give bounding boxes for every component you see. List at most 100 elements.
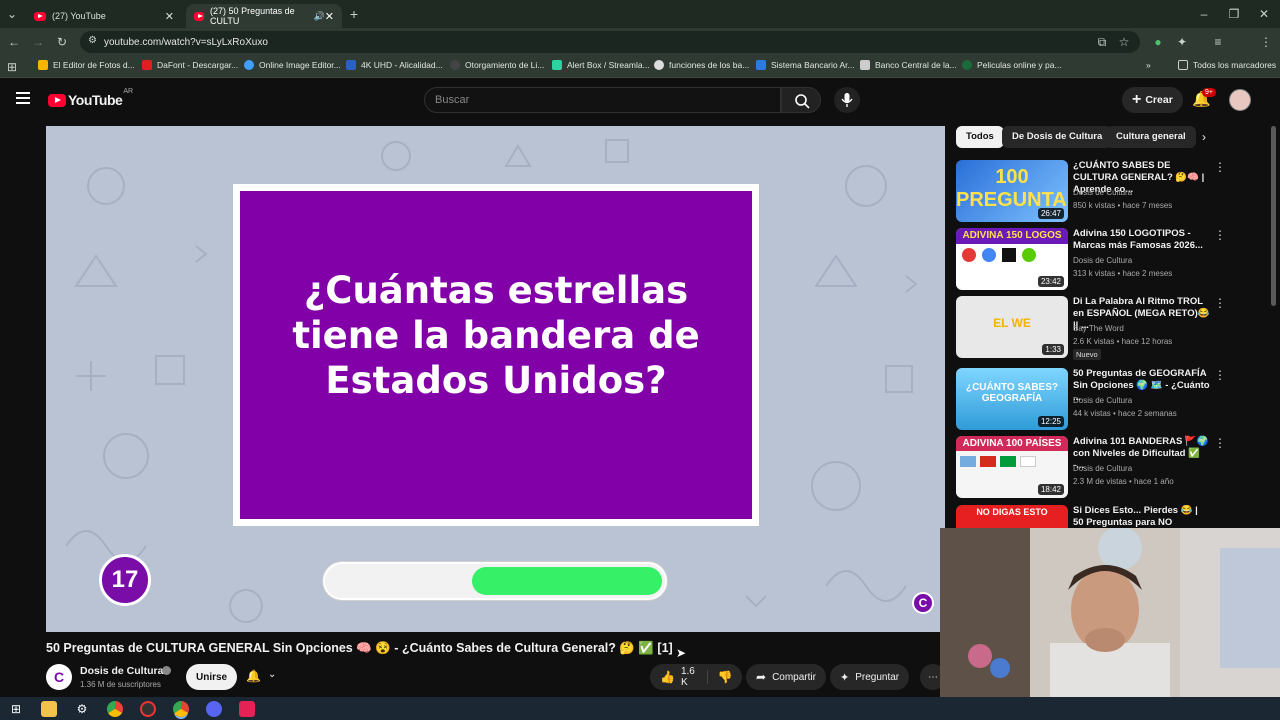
video-title[interactable]: Adivina 150 LOGOTIPOS - Marcas más Famos…	[1073, 228, 1211, 252]
close-tab-icon[interactable]: ✕	[165, 10, 174, 23]
video-title[interactable]: Si Dices Esto... Pierdes 😂 | 50 Pregunta…	[1073, 505, 1211, 529]
tab-search-icon[interactable]: ⌄	[4, 6, 20, 22]
create-button[interactable]: + Crear	[1122, 87, 1183, 113]
search-button[interactable]	[781, 87, 821, 113]
like-icon[interactable]: 👍	[660, 670, 675, 684]
channel-name[interactable]: Dosis de Cultura	[1073, 464, 1132, 473]
webcam-feed-image	[940, 528, 1280, 698]
recommended-video[interactable]: 100 PREGUNTAS 26:47 ¿CUÁNTO SABES DE CUL…	[956, 160, 1226, 224]
recommended-video[interactable]: NO DIGAS ESTO Si Dices Esto... Pierdes 😂…	[956, 505, 1226, 529]
recommended-video[interactable]: EL WE 1:33 Di La Palabra Al Ritmo TROL e…	[956, 296, 1226, 364]
notification-badge: 9+	[1202, 88, 1216, 97]
subscription-bell-icon[interactable]: 🔔	[246, 669, 261, 683]
bookmark-item[interactable]: Peliculas online y pa...	[962, 60, 1062, 70]
recommended-video[interactable]: ADIVINA 150 LOGOS 23:42 Adivina 150 LOGO…	[956, 228, 1226, 292]
question-number-badge: 17	[99, 554, 151, 606]
account-avatar[interactable]	[1229, 89, 1251, 111]
chip-todos[interactable]: Todos	[956, 126, 1004, 148]
video-player[interactable]: ¿Cuántas estrellas tiene la bandera de E…	[46, 126, 945, 632]
bookmark-star-icon[interactable]: ☆	[1116, 34, 1132, 50]
bookmark-item[interactable]: Alert Box / Streamla...	[552, 60, 650, 70]
extensions-puzzle-icon[interactable]: ✦	[1174, 34, 1190, 50]
hamburger-menu-icon[interactable]	[16, 92, 30, 104]
thumbnail-text: 100 PREGUNTAS	[956, 166, 1068, 211]
chip-de-dosis-de-cultura[interactable]: De Dosis de Cultura	[1002, 126, 1113, 148]
more-options-icon[interactable]: ⋮	[1214, 160, 1226, 174]
bookmark-item[interactable]: El Editor de Fotos d...	[38, 60, 135, 70]
forward-icon[interactable]: →	[30, 34, 46, 50]
maximize-icon[interactable]: ❐	[1226, 6, 1242, 22]
browser-toolbar: ← → ↻ ⚙ youtube.com/watch?v=sLyLxRoXuxo …	[0, 28, 1280, 76]
video-thumbnail[interactable]: ¿CUÁNTO SABES? GEOGRAFÍA 12:25	[956, 368, 1068, 430]
bookmark-item[interactable]: DaFont - Descargar...	[142, 60, 238, 70]
site-info-icon[interactable]: ⚙	[88, 35, 97, 46]
subscriber-count: 1.36 M de suscriptores	[80, 680, 161, 689]
minimize-icon[interactable]: –	[1196, 6, 1212, 22]
apps-grid-icon[interactable]: ⊞	[4, 59, 20, 75]
recommended-video[interactable]: ADIVINA 100 PAÍSES 18:42 Adivina 101 BAN…	[956, 436, 1226, 500]
video-thumbnail[interactable]: 100 PREGUNTAS 26:47	[956, 160, 1068, 222]
tab-current-video[interactable]: (27) 50 Preguntas de CULTU 🔊 ✕	[186, 4, 342, 28]
audio-playing-icon[interactable]: 🔊	[314, 11, 325, 22]
more-options-icon[interactable]: ⋮	[1214, 436, 1226, 450]
bookmark-item[interactable]: Online Image Editor...	[244, 60, 341, 70]
channel-name[interactable]: Dosis de Cultura	[1073, 256, 1132, 265]
browser-menu-icon[interactable]: ⋮	[1258, 34, 1274, 50]
search-input[interactable]: Buscar	[424, 87, 781, 113]
chip-cultura-general[interactable]: Cultura general	[1106, 126, 1196, 148]
chevron-down-icon[interactable]: ⌄	[268, 669, 276, 680]
video-thumbnail[interactable]: ADIVINA 100 PAÍSES 18:42	[956, 436, 1068, 498]
extension-icon[interactable]: ●	[1150, 34, 1166, 50]
video-thumbnail[interactable]: NO DIGAS ESTO	[956, 505, 1068, 529]
install-app-icon[interactable]: ⧉	[1094, 34, 1110, 50]
app-icon[interactable]	[239, 701, 255, 717]
new-tab-icon[interactable]: +	[346, 6, 362, 22]
close-window-icon[interactable]: ✕	[1256, 6, 1272, 22]
voice-search-button[interactable]	[834, 87, 860, 113]
url-text: youtube.com/watch?v=sLyLxRoXuxo	[104, 36, 268, 48]
chrome-active-icon[interactable]	[173, 701, 189, 717]
youtube-logo[interactable]: YouTube AR	[48, 88, 133, 108]
bookmark-item[interactable]: 4K UHD - Alicalidad...	[346, 60, 443, 70]
bookmark-item[interactable]: funciones de los ba...	[654, 60, 749, 70]
obs-icon[interactable]	[140, 701, 156, 717]
settings-gear-icon[interactable]: ⚙	[74, 701, 90, 717]
channel-name[interactable]: Dosis de Cultura	[1073, 396, 1132, 405]
reload-icon[interactable]: ↻	[54, 34, 70, 50]
more-options-icon[interactable]: ⋮	[1214, 368, 1226, 382]
all-bookmarks-folder[interactable]: Todos los marcadores	[1178, 60, 1276, 70]
channel-name[interactable]: Dosis de Cultura	[80, 665, 163, 677]
recommended-video[interactable]: ¿CUÁNTO SABES? GEOGRAFÍA 12:25 50 Pregun…	[956, 368, 1226, 432]
channel-avatar[interactable]: C	[46, 664, 72, 690]
channel-watermark-icon[interactable]: C	[912, 592, 934, 614]
close-tab-icon[interactable]: ✕	[325, 10, 334, 23]
video-thumbnail[interactable]: ADIVINA 150 LOGOS 23:42	[956, 228, 1068, 290]
ask-button[interactable]: ✦ Preguntar	[830, 664, 910, 690]
address-bar[interactable]: ⚙ youtube.com/watch?v=sLyLxRoXuxo	[80, 31, 1140, 53]
dislike-icon[interactable]: 👎	[706, 670, 733, 684]
windows-start-icon[interactable]: ⊞	[8, 701, 24, 717]
share-button[interactable]: ➦ Compartir	[746, 664, 826, 690]
more-options-icon[interactable]: ⋮	[1214, 228, 1226, 242]
file-explorer-icon[interactable]	[41, 701, 57, 717]
video-title: 50 Preguntas de CULTURA GENERAL Sin Opci…	[46, 641, 673, 655]
bookmark-item[interactable]: Otorgamiento de Li...	[450, 60, 544, 70]
chrome-icon[interactable]	[107, 701, 123, 717]
more-bookmarks-icon[interactable]: »	[1146, 60, 1151, 70]
discord-icon[interactable]	[206, 701, 222, 717]
sidebar-scrollbar[interactable]	[1271, 126, 1276, 306]
bookmark-favicon-icon	[962, 60, 972, 70]
sparkle-icon: ✦	[840, 671, 850, 684]
more-options-icon[interactable]: ⋮	[1214, 296, 1226, 310]
video-thumbnail[interactable]: EL WE 1:33	[956, 296, 1068, 358]
back-icon[interactable]: ←	[6, 34, 22, 50]
chips-next-icon[interactable]: ›	[1202, 130, 1206, 144]
channel-name[interactable]: Say The Word	[1073, 324, 1124, 333]
bookmark-item[interactable]: Sistema Bancario Ar...	[756, 60, 855, 70]
join-button[interactable]: Unirse	[186, 664, 238, 690]
tab-youtube-home[interactable]: (27) YouTube ✕	[26, 4, 182, 28]
bookmark-item[interactable]: Banco Central de la...	[860, 60, 957, 70]
media-controls-icon[interactable]: ≡	[1210, 34, 1226, 50]
bookmark-favicon-icon	[244, 60, 254, 70]
channel-name[interactable]: Dosis de Cultura	[1073, 188, 1132, 197]
